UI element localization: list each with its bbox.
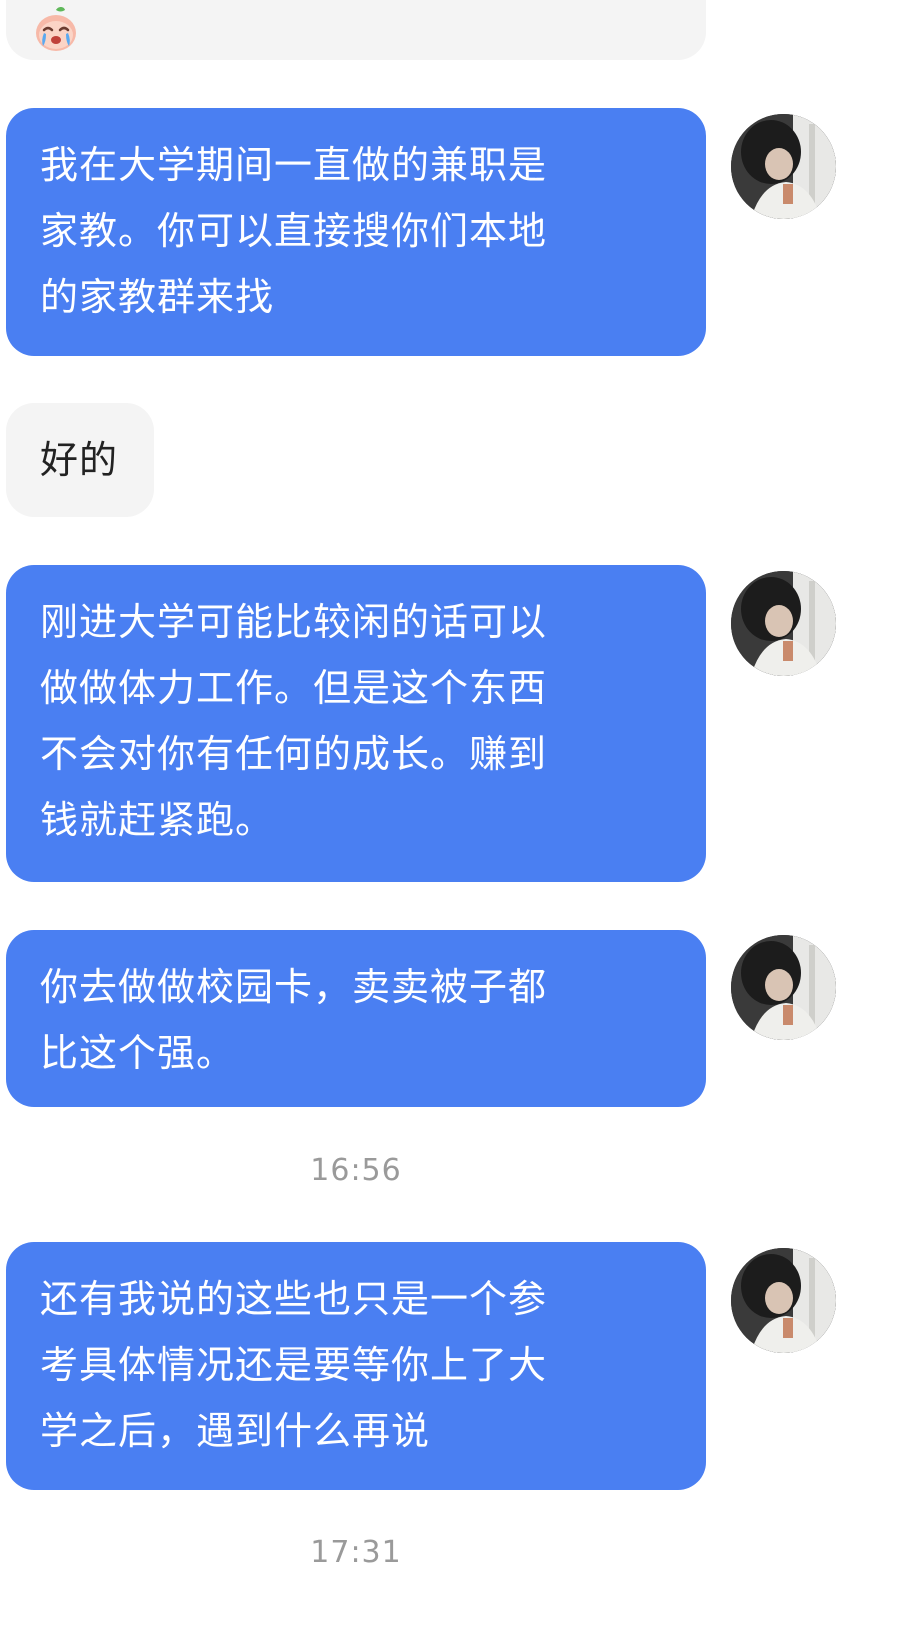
message-text-line: 钱就赶紧跑。: [40, 798, 275, 842]
message-text-line: 你去做做校园卡，卖卖被子都: [40, 965, 548, 1009]
message-text-line: 刚进大学可能比较闲的话可以: [40, 600, 548, 644]
message-text-line: 学之后，遇到什么再说: [40, 1409, 431, 1453]
message-text-line: 我在大学期间一直做的兼职是: [40, 143, 548, 187]
sent-message-bubble[interactable]: 刚进大学可能比较闲的话可以 做做体力工作。但是这个东西 不会对你有任何的成长。赚…: [6, 565, 706, 882]
received-message-bubble[interactable]: 好的: [6, 403, 154, 517]
message-text: 好的: [40, 438, 119, 482]
chat-conversation: 我在大学期间一直做的兼职是 家教。你可以直接搜你们本地 的家教群来找 好的 刚进…: [0, 0, 904, 1629]
sender-avatar[interactable]: [731, 114, 836, 219]
message-text-line: 还有我说的这些也只是一个参: [40, 1277, 548, 1321]
message-timestamp: 17:31: [310, 1535, 402, 1570]
sent-message-bubble[interactable]: 还有我说的这些也只是一个参 考具体情况还是要等你上了大 学之后，遇到什么再说: [6, 1242, 706, 1490]
message-text-line: 的家教群来找: [40, 275, 275, 319]
sender-avatar[interactable]: [731, 1248, 836, 1353]
message-text-line: 做做体力工作。但是这个东西: [40, 666, 548, 710]
sent-message-bubble[interactable]: 你去做做校园卡，卖卖被子都 比这个强。: [6, 930, 706, 1107]
crying-emoji-icon: [32, 6, 80, 54]
message-text-line: 比这个强。: [40, 1031, 236, 1075]
sender-avatar[interactable]: [731, 571, 836, 676]
message-text-line: 家教。你可以直接搜你们本地: [40, 209, 548, 253]
message-text-line: 不会对你有任何的成长。赚到: [40, 732, 548, 776]
message-timestamp: 16:56: [310, 1153, 402, 1188]
sender-avatar[interactable]: [731, 935, 836, 1040]
received-message-bubble-emoji[interactable]: [6, 0, 706, 60]
message-text-line: 考具体情况还是要等你上了大: [40, 1343, 548, 1387]
sent-message-bubble[interactable]: 我在大学期间一直做的兼职是 家教。你可以直接搜你们本地 的家教群来找: [6, 108, 706, 356]
